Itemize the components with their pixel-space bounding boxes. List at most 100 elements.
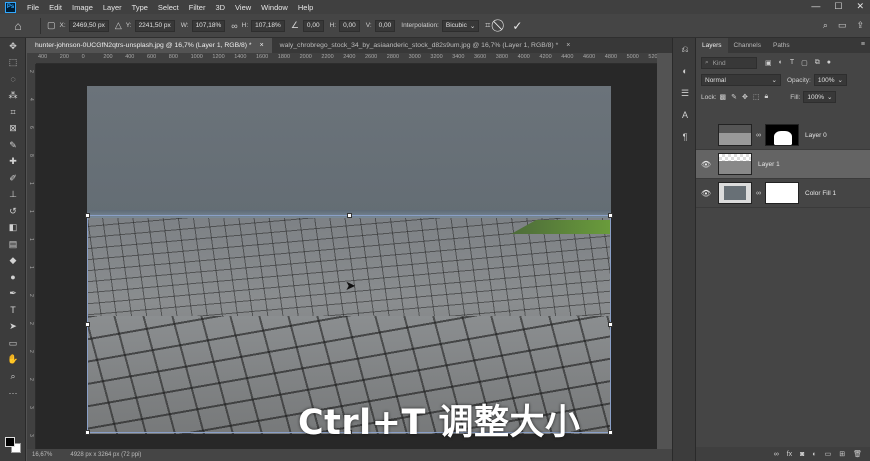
adjustment-filter-icon[interactable]: ◐ [779,59,783,67]
transform-handle-left[interactable] [85,322,90,327]
zoom-level[interactable]: 16,67% [32,452,52,458]
shape-filter-icon[interactable]: ▢ [801,59,808,67]
quick-select-tool-icon[interactable]: ⁂ [0,88,26,105]
vertical-ruler[interactable]: 2 4 6 8 1 1 1 1 2 2 2 2 3 3 [27,64,36,449]
gradient-tool-icon[interactable]: ▤ [0,236,26,253]
color-swatches[interactable] [5,437,21,453]
move-tool-icon[interactable]: ✥ [0,38,26,55]
horizontal-ruler[interactable]: 400 200 0 200 400 600 800 1000 1200 1400 1600 1800 2… [36,53,657,64]
menu-filter[interactable]: Filter [184,3,211,12]
tab-channels[interactable]: Channels [728,38,767,53]
panel-menu-icon[interactable]: ≡ [861,41,865,48]
add-mask-icon[interactable]: ◙ [800,451,804,458]
interpolation-select[interactable]: Bicubic ⌄ [441,19,480,32]
eye-icon[interactable]: 👁︎ [696,189,716,198]
clone-stamp-tool-icon[interactable]: ⊥ [0,187,26,204]
y-input[interactable]: 2241,50 px [134,19,175,32]
minimize-icon[interactable]: — [811,1,820,12]
crop-tool-icon[interactable]: ⌗ [0,104,26,121]
home-icon[interactable]: ⌂ [8,16,28,36]
transform-handle-right[interactable] [608,322,613,327]
layer-mask-thumbnail[interactable] [765,182,799,204]
transform-handle-top-left[interactable] [85,213,90,218]
menu-file[interactable]: File [22,3,44,12]
layer-style-icon[interactable]: fx [787,451,792,458]
blur-tool-icon[interactable]: ◆ [0,253,26,270]
fill-input[interactable]: 100% ⌄ [803,91,837,103]
foreground-color[interactable] [5,437,15,447]
tab-layers[interactable]: Layers [696,38,728,53]
menu-select[interactable]: Select [153,3,184,12]
brush-tool-icon[interactable]: ✐ [0,170,26,187]
menu-edit[interactable]: Edit [44,3,67,12]
eraser-tool-icon[interactable]: ◧ [0,220,26,237]
menu-type[interactable]: Type [127,3,153,12]
search-icon[interactable]: ⌕ [823,20,828,31]
lock-pixels-icon[interactable]: ▩ [720,93,727,101]
menu-window[interactable]: Window [256,3,293,12]
filter-toggle-icon[interactable]: ● [827,59,831,67]
share-icon[interactable]: ⇪ [856,20,864,31]
properties-icon[interactable]: ☰ [673,82,697,104]
workspace-icon[interactable]: ▭ [838,20,847,31]
menu-view[interactable]: View [230,3,256,12]
paragraph-icon[interactable]: ¶ [673,126,697,148]
hand-tool-icon[interactable]: ✋ [0,352,26,369]
hskew-input[interactable]: 0,00 [339,19,360,32]
canvas-area[interactable]: ➤ Ctrl+T 调整大小 [36,64,657,449]
menu-3d[interactable]: 3D [210,3,230,12]
close-icon[interactable]: × [260,42,264,49]
eye-icon[interactable]: 👁︎ [696,160,716,169]
menu-image[interactable]: Image [67,3,98,12]
path-select-tool-icon[interactable]: ➤ [0,319,26,336]
dodge-tool-icon[interactable]: ● [0,269,26,286]
close-icon[interactable]: × [566,42,570,49]
zoom-tool-icon[interactable]: ⌕ [0,368,26,385]
layer-name[interactable]: Layer 1 [758,161,780,168]
smart-filter-icon[interactable]: ⧉ [815,59,820,67]
blend-mode-select[interactable]: Normal ⌄ [701,74,781,86]
adjustment-layer-icon[interactable]: ◐ [812,451,816,458]
tab-document-2[interactable]: waly_chrobrego_stock_34_by_asiaanderic_s… [272,38,579,53]
tab-document-1[interactable]: hunter-johnson-0UCGfN2qtrs-unsplash.jpg … [27,38,272,53]
lock-artboard-icon[interactable]: ⬚ [753,93,760,101]
layer-row-layer-0[interactable]: ∞ Layer 0 [696,121,870,150]
maximize-icon[interactable]: ☐ [834,1,842,12]
eyedropper-tool-icon[interactable]: ✎ [0,137,26,154]
lasso-tool-icon[interactable]: ◌ [0,71,26,88]
h-input[interactable]: 107,18% [251,19,285,32]
lock-all-icon[interactable]: 🔒︎ [765,93,769,101]
link-icon[interactable]: ∞ [756,132,761,139]
link-icon[interactable]: ∞ [756,190,761,197]
type-tool-icon[interactable]: T [0,302,26,319]
transform-handle-top-right[interactable] [608,213,613,218]
reference-point-icon[interactable]: ▢ [47,20,56,31]
commit-transform-icon[interactable]: ✓ [512,19,522,33]
more-tools-icon[interactable]: ··· [0,385,26,402]
lock-paint-icon[interactable]: ✎ [731,93,737,101]
close-icon[interactable]: ✕ [856,1,864,12]
frame-tool-icon[interactable]: ⊠ [0,121,26,138]
pen-tool-icon[interactable]: ✒ [0,286,26,303]
new-layer-icon[interactable]: ⊞ [839,450,845,458]
group-icon[interactable]: ▭ [825,450,832,458]
layer-row-color-fill-1[interactable]: 👁︎ ∞ Color Fill 1 [696,179,870,208]
rectangle-tool-icon[interactable]: ▭ [0,335,26,352]
delete-icon[interactable]: 🗑︎ [853,450,862,458]
layer-row-layer-1[interactable]: 👁︎ Layer 1 [696,150,870,179]
history-brush-tool-icon[interactable]: ↺ [0,203,26,220]
lock-position-icon[interactable]: ✥ [742,93,748,101]
healing-brush-tool-icon[interactable]: ✚ [0,154,26,171]
vskew-input[interactable]: 0,00 [374,19,396,32]
marquee-tool-icon[interactable]: ⬚ [0,55,26,72]
x-input[interactable]: 2469,50 px [68,19,109,32]
link-icon[interactable]: ∞ [231,21,237,31]
adjustments-icon[interactable]: ◐ [673,60,697,82]
menu-layer[interactable]: Layer [98,3,127,12]
menu-help[interactable]: Help [293,3,318,12]
fill-thumbnail[interactable] [718,182,752,204]
delta-icon[interactable]: △ [115,20,122,31]
type-filter-icon[interactable]: T [790,59,794,67]
transform-handle-top[interactable] [347,213,352,218]
transform-handle-bottom-left[interactable] [85,430,90,435]
